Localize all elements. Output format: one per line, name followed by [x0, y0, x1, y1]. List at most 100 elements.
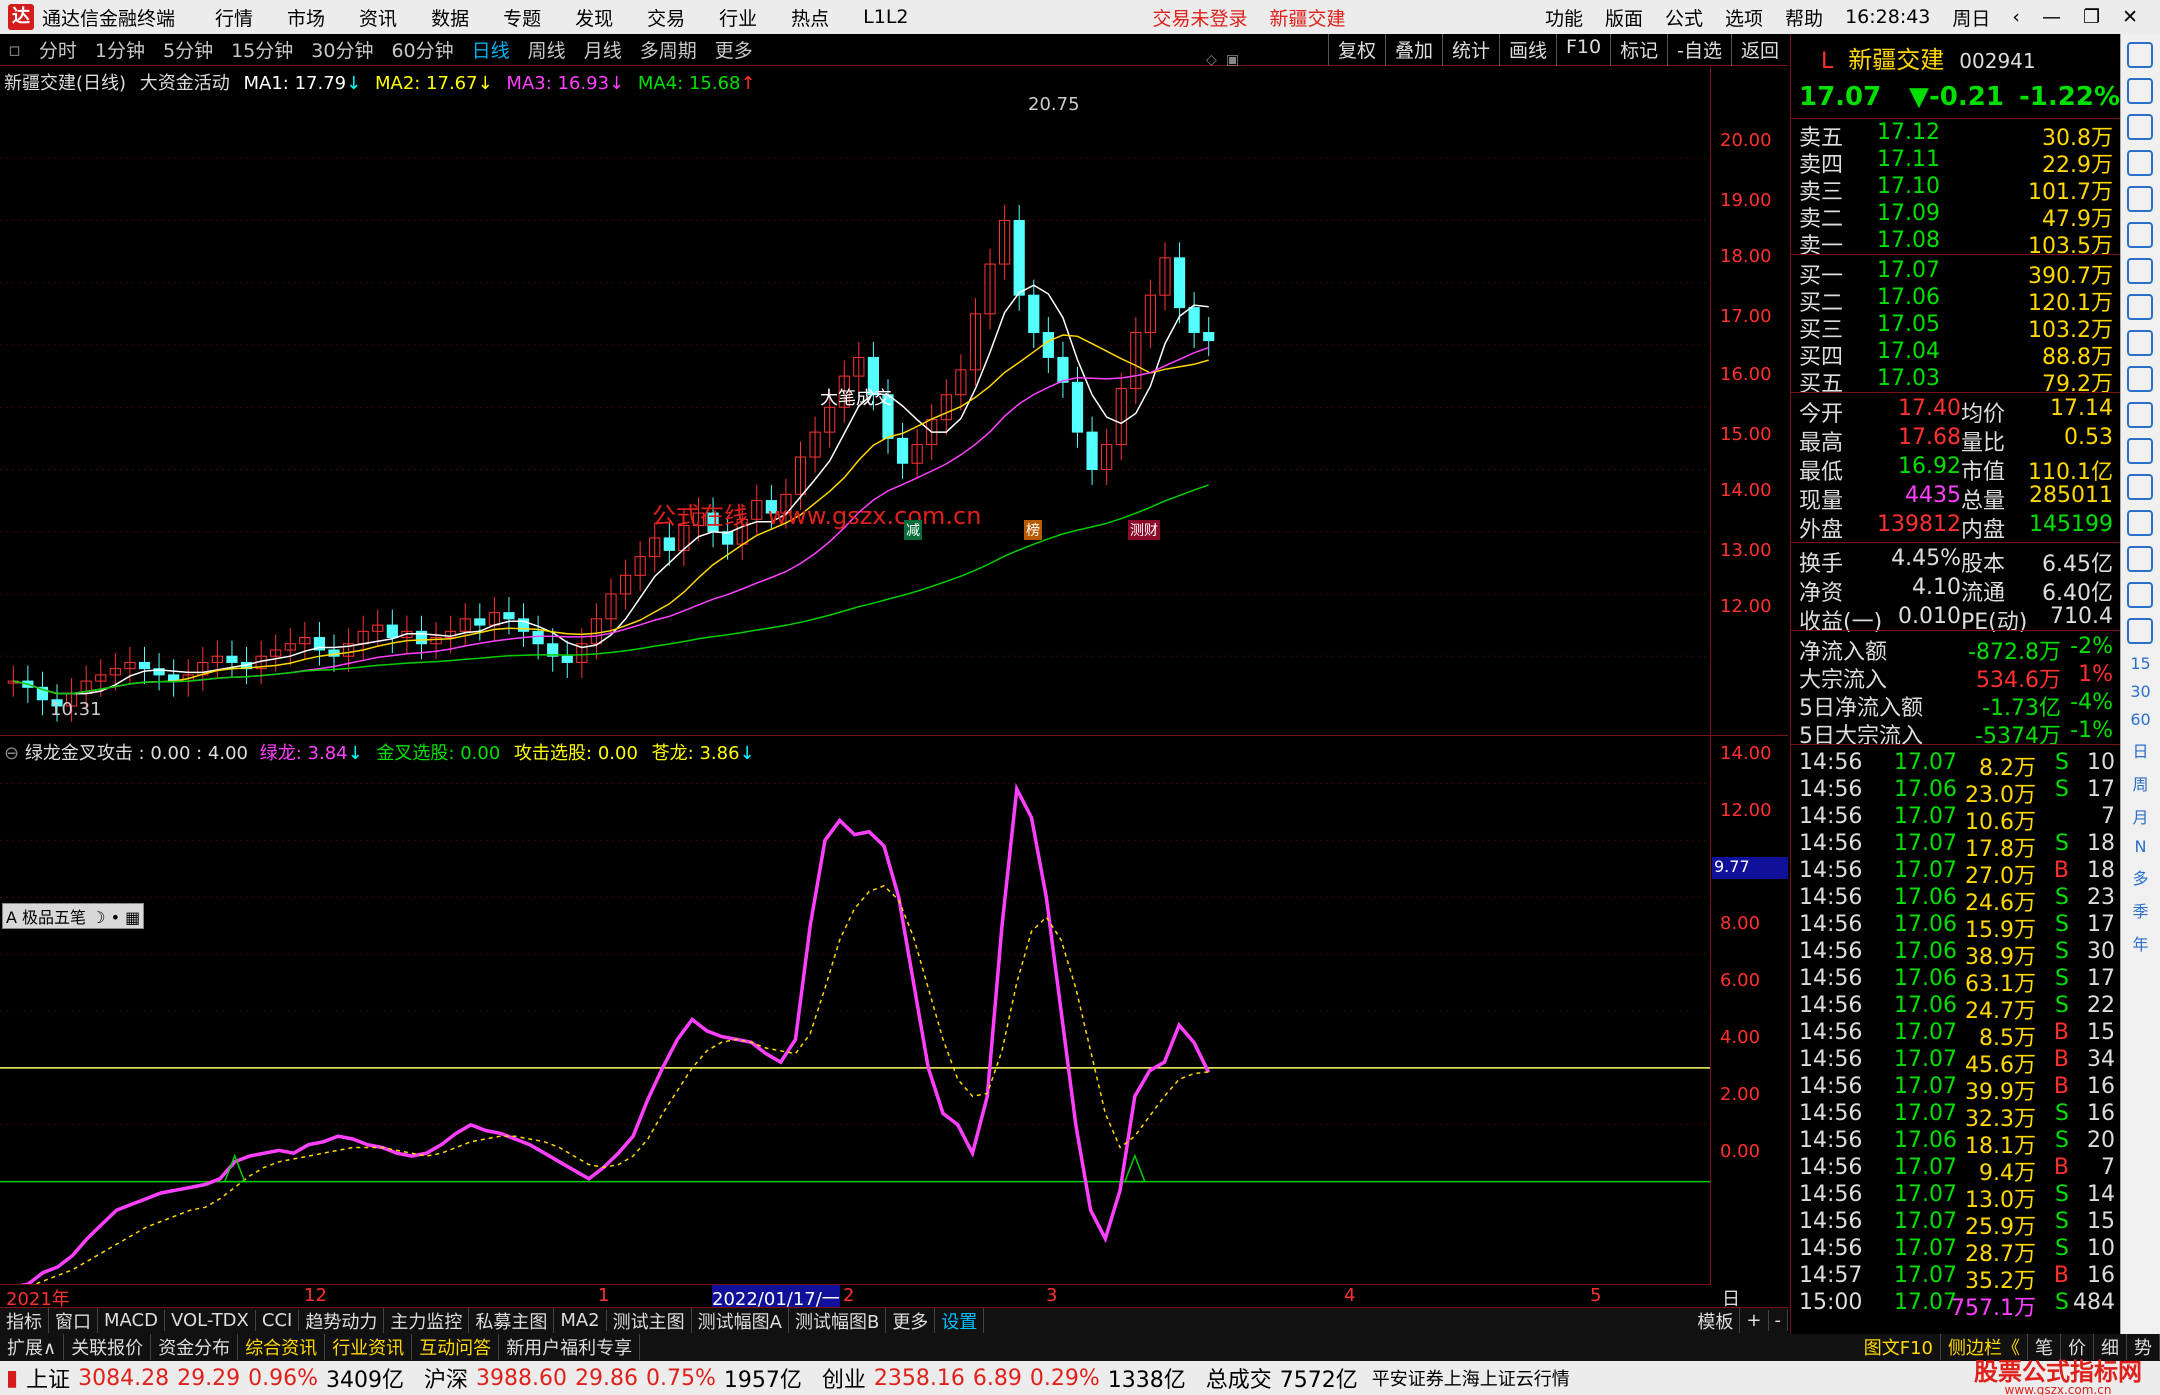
tab-test-sub-a[interactable]: 测试幅图A [692, 1307, 789, 1334]
period-tab-monthly[interactable]: 月线 [584, 36, 622, 63]
tab-related-quotes[interactable]: 关联报价 [64, 1334, 152, 1360]
tab-main-monitor[interactable]: 主力监控 [384, 1307, 470, 1334]
tab-vol-tdx[interactable]: VOL-TDX [165, 1310, 256, 1331]
tab-industry-news[interactable]: 行业资讯 [325, 1334, 413, 1360]
tab-private-main[interactable]: 私募主图 [469, 1307, 555, 1334]
tick-row[interactable]: 14:56 17.07 32.3万 S 16 [1791, 1101, 2121, 1132]
sidebar-period-button[interactable]: 30 [2121, 682, 2160, 701]
menu-right-options[interactable]: 选项 [1725, 4, 1763, 31]
tab-test-main[interactable]: 测试主图 [607, 1307, 692, 1334]
move-icon[interactable] [2127, 510, 2153, 536]
menu-item-topic[interactable]: 专题 [503, 4, 541, 31]
bid-row[interactable]: 买三 17.05 103.2万 [1791, 312, 2121, 343]
tick-row[interactable]: 14:56 17.07 13.0万 S 14 [1791, 1182, 2121, 1213]
period-tab-30min[interactable]: 30分钟 [311, 36, 373, 63]
tab-price[interactable]: 价 [2061, 1334, 2094, 1360]
sidebar-period-button[interactable]: 多 [2121, 865, 2160, 889]
event-marker-rank[interactable]: 榜 [1024, 520, 1042, 540]
sidebar-period-button[interactable]: N [2121, 837, 2160, 856]
circle-icon[interactable] [2127, 438, 2153, 464]
stat-row[interactable]: 换手 4.45% 股本 6.45亿 [1791, 546, 2121, 577]
period-tab-timeshare[interactable]: 分时 [39, 36, 77, 63]
five-pen-a-icon[interactable]: A [6, 908, 17, 927]
tab-general-news[interactable]: 综合资讯 [238, 1334, 326, 1360]
tab-indicator[interactable]: 指标 [0, 1307, 49, 1334]
menu-item-trade[interactable]: 交易 [647, 4, 685, 31]
tab-sidebar-toggle[interactable]: 侧边栏《 [1941, 1334, 2028, 1360]
five-pen-dot-icon[interactable]: • [111, 908, 120, 927]
tab-add-button[interactable]: + [1740, 1310, 1769, 1331]
rsi-icon[interactable] [2127, 474, 2153, 500]
sidebar-period-button[interactable]: 年 [2121, 931, 2160, 955]
tick-row[interactable]: 14:56 17.07 28.7万 S 10 [1791, 1236, 2121, 1267]
ask-row[interactable]: 卖一 17.08 103.5万 [1791, 228, 2121, 259]
tab-more[interactable]: 更多 [886, 1307, 936, 1334]
stat-row[interactable]: 今开 17.40 均价 17.14 [1791, 396, 2121, 427]
tick-row[interactable]: 15:00 17.07 757.1万 S 484 [1791, 1290, 2121, 1321]
tick-row[interactable]: 14:56 17.07 17.8万 S 18 [1791, 831, 2121, 862]
tab-expand[interactable]: 扩展∧ [0, 1334, 65, 1360]
tick-row[interactable]: 14:56 17.07 8.2万 S 10 [1791, 750, 2121, 781]
menu-item-discover[interactable]: 发现 [575, 4, 613, 31]
ask-row[interactable]: 卖四 17.11 22.9万 [1791, 147, 2121, 178]
menu-item-data[interactable]: 数据 [431, 4, 469, 31]
tab-template[interactable]: 模板 [1691, 1307, 1741, 1334]
main-kline-chart[interactable]: 新疆交建(日线) 大资金活动 MA1: 17.79↓ MA2: 17.67↓ M… [0, 52, 1788, 736]
chart-icon[interactable] [2127, 150, 2153, 176]
ask-row[interactable]: 卖三 17.10 101.7万 [1791, 174, 2121, 205]
tick-row[interactable]: 14:56 17.06 24.6万 S 23 [1791, 885, 2121, 916]
menu-item-l1l2[interactable]: L1L2 [863, 6, 908, 28]
stat-row[interactable]: 净资 4.10 流通 6.40亿 [1791, 575, 2121, 606]
ask-row[interactable]: 卖二 17.09 47.9万 [1791, 201, 2121, 232]
tick-row[interactable]: 14:56 17.07 10.6万 7 [1791, 804, 2121, 835]
tick-row[interactable]: 14:56 17.07 27.0万 B 18 [1791, 858, 2121, 889]
expand-icon[interactable]: ▫ [8, 39, 21, 61]
sidebar-period-button[interactable]: 日 [2121, 738, 2160, 762]
tool-stats-button[interactable]: 统计 [1441, 34, 1499, 66]
period-tab-60min[interactable]: 60分钟 [391, 36, 453, 63]
tab-fund-distribution[interactable]: 资金分布 [151, 1334, 239, 1360]
sidebar-period-button[interactable]: 周 [2121, 771, 2160, 795]
tick-row[interactable]: 14:56 17.07 39.9万 B 16 [1791, 1074, 2121, 1105]
five-pen-toolbar[interactable]: A 极品五笔 ☽ • ▦ [2, 903, 145, 929]
close-icon[interactable]: ✕ [2122, 6, 2138, 28]
back-icon[interactable]: ‹ [2012, 6, 2020, 28]
period-tab-5min[interactable]: 5分钟 [163, 36, 213, 63]
restore-icon[interactable]: ❐ [2083, 6, 2100, 28]
menu-right-function[interactable]: 功能 [1545, 4, 1583, 31]
sidebar-period-button[interactable]: 月 [2121, 804, 2160, 828]
pen-icon[interactable] [2127, 546, 2153, 572]
stat-row[interactable]: 外盘 139812 内盘 145199 [1791, 512, 2121, 543]
tab-remove-button[interactable]: - [1769, 1310, 1788, 1331]
stat-row[interactable]: 最低 16.92 市值 110.1亿 [1791, 454, 2121, 485]
bid-row[interactable]: 买四 17.04 88.8万 [1791, 339, 2121, 370]
list-icon[interactable] [2127, 258, 2153, 284]
menu-item-bazaar[interactable]: 市场 [287, 4, 325, 31]
tab-macd[interactable]: MACD [98, 1310, 165, 1331]
sidebar-period-button[interactable]: 60 [2121, 710, 2160, 729]
tick-row[interactable]: 14:56 17.07 25.9万 S 15 [1791, 1209, 2121, 1240]
ask-row[interactable]: 卖五 17.12 30.8万 [1791, 120, 2121, 151]
tick-row[interactable]: 14:56 17.06 18.1万 S 20 [1791, 1128, 2121, 1159]
trend-icon[interactable] [2127, 186, 2153, 212]
stat-row[interactable]: 最高 17.68 量比 0.53 [1791, 425, 2121, 456]
bid-row[interactable]: 买一 17.07 390.7万 [1791, 258, 2121, 289]
tool-draw-button[interactable]: 画线 [1498, 34, 1556, 66]
tab-cci[interactable]: CCI [256, 1310, 300, 1331]
tick-row[interactable]: 14:57 17.07 35.2万 B 16 [1791, 1263, 2121, 1294]
tick-row[interactable]: 14:56 17.06 38.9万 S 30 [1791, 939, 2121, 970]
flow-row[interactable]: 净流入额 -872.8万 -2% [1791, 634, 2121, 665]
flow-row[interactable]: 5日大宗流入 -5374万 -1% [1791, 718, 2121, 749]
minimize-icon[interactable]: — [2042, 6, 2061, 28]
diamond-icon[interactable]: ◇ [1206, 52, 1217, 68]
menu-item-hot[interactable]: 热点 [791, 4, 829, 31]
period-tab-15min[interactable]: 15分钟 [231, 36, 293, 63]
menu-right-layout[interactable]: 版面 [1605, 4, 1643, 31]
sidebar-period-button[interactable]: 15 [2121, 654, 2160, 673]
menu-item-news[interactable]: 资讯 [359, 4, 397, 31]
f1-icon[interactable] [2127, 366, 2153, 392]
tab-new-user-benefits[interactable]: 新用户福利专享 [499, 1334, 641, 1360]
fs-icon[interactable] [2127, 582, 2153, 608]
tick-row[interactable]: 14:56 17.06 63.1万 S 17 [1791, 966, 2121, 997]
tick-row[interactable]: 14:56 17.06 23.0万 S 17 [1791, 777, 2121, 808]
